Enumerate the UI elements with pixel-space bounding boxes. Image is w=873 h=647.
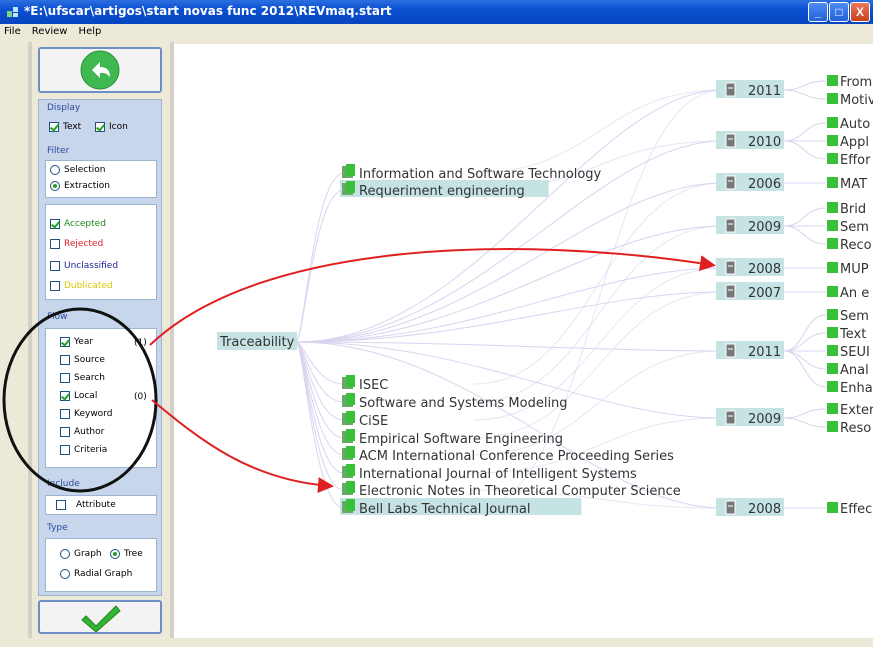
annotation-arrow-year [149,248,716,346]
status-strip [0,638,873,647]
application-window: *E:\ufscar\artigos\start novas func 2012… [0,0,873,647]
annotation-arrow-local [151,399,334,494]
annotation-layer [2,248,716,494]
highlight-ellipse [2,307,158,493]
